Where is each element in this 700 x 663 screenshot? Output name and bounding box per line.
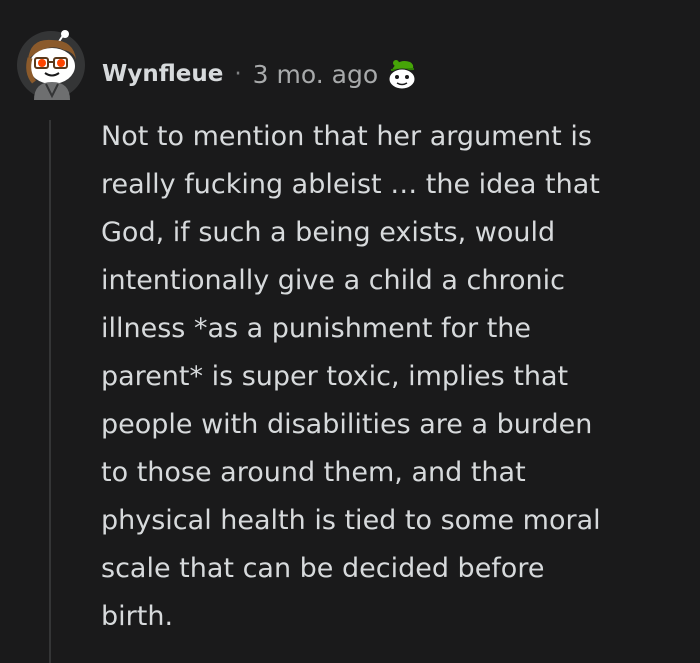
user-flair — [384, 56, 420, 92]
snoo-flair-icon — [388, 60, 416, 90]
comment-header: Wynfleue · 3 mo. ago — [102, 54, 420, 94]
meta-separator: · — [234, 61, 242, 87]
comment-body: Not to mention that her argument is real… — [101, 121, 601, 632]
timestamp-link[interactable]: 3 mo. ago — [253, 60, 378, 89]
thread-line[interactable] — [49, 120, 51, 663]
user-avatar[interactable] — [16, 30, 86, 100]
username-link[interactable]: Wynfleue — [102, 61, 223, 87]
comment: Wynfleue · 3 mo. ago Not to mention that… — [0, 0, 700, 663]
snoo-avatar-icon — [17, 30, 85, 100]
